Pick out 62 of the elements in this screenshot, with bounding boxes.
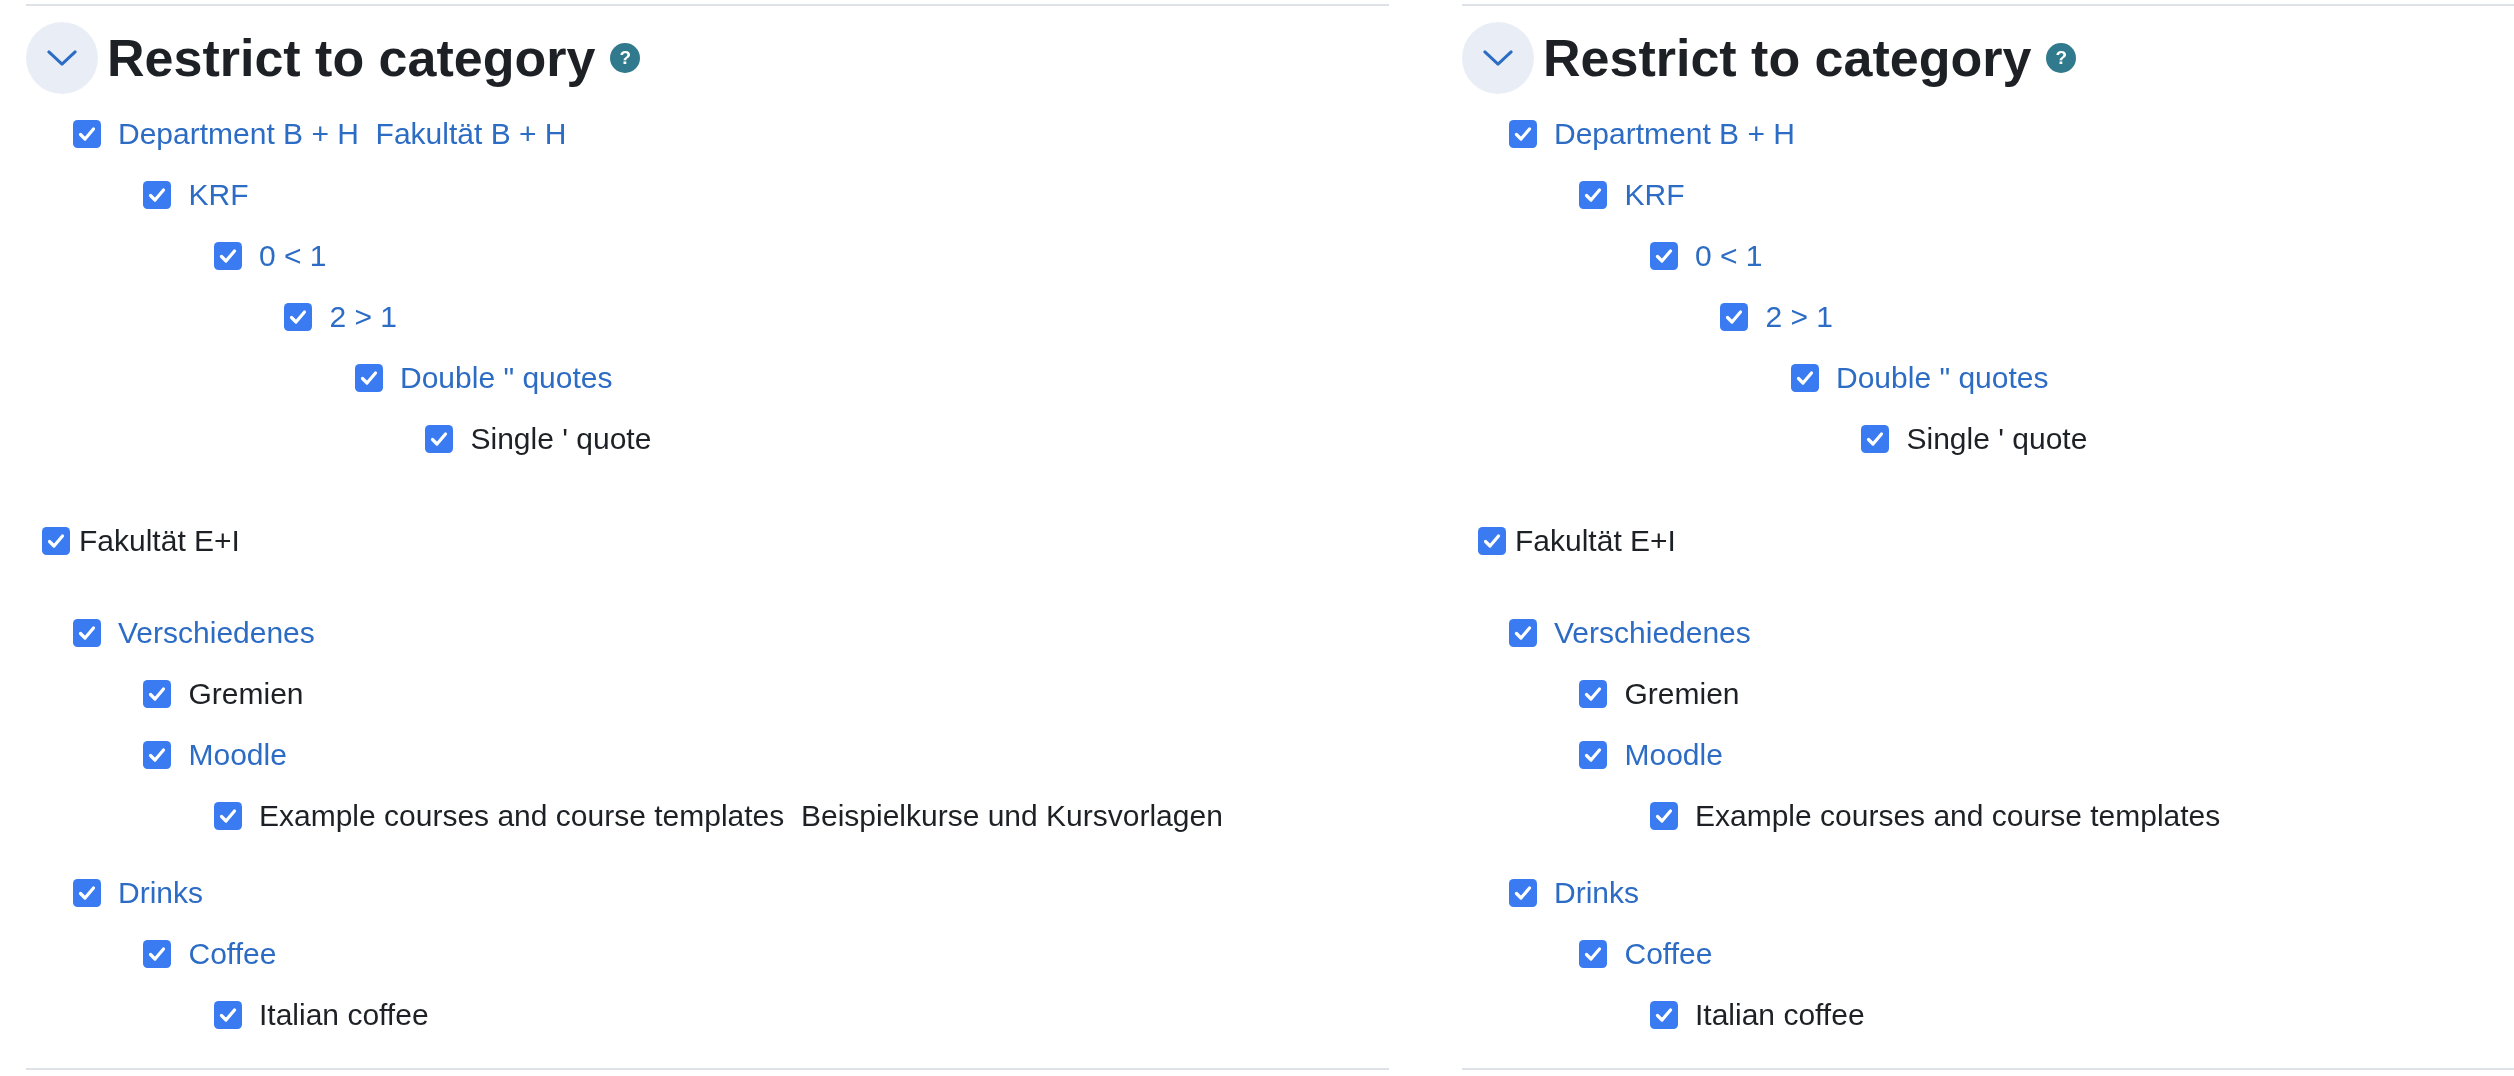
category-link[interactable]: 0 < 1: [259, 238, 327, 274]
category-link[interactable]: Drinks: [1554, 875, 1639, 911]
category-label: Gremien: [188, 676, 304, 712]
checkbox[interactable]: [1861, 425, 1889, 453]
checkbox[interactable]: [213, 802, 242, 830]
category-label: Single ' quote: [470, 421, 652, 457]
category-link[interactable]: Drinks: [118, 875, 203, 911]
section-title: Restrict to category: [107, 28, 596, 89]
category-label: Example courses and course templates: [1695, 798, 2221, 834]
category-link[interactable]: Department B + H: [1554, 116, 1795, 152]
checkbox[interactable]: [1649, 1001, 1678, 1029]
category-link[interactable]: Verschiedenes: [1554, 615, 1751, 651]
category-label: Example courses and course templates Beispielkurse und Kursvorlagen: [259, 798, 1223, 834]
category-link[interactable]: Department B + H Fakultät B + H: [118, 116, 567, 152]
checkbox[interactable]: [143, 680, 171, 708]
category-link[interactable]: Double " quotes: [400, 360, 613, 396]
checkbox[interactable]: [1508, 120, 1537, 148]
chevron-down-icon: [1483, 50, 1513, 66]
checkbox[interactable]: [1508, 619, 1537, 647]
section-title: Restrict to category: [1543, 28, 2032, 89]
category-link[interactable]: Double " quotes: [1836, 360, 2049, 396]
checkbox[interactable]: [72, 619, 101, 647]
checkbox[interactable]: [425, 425, 453, 453]
checkbox[interactable]: [1790, 364, 1819, 392]
category-link[interactable]: 2 > 1: [329, 299, 398, 335]
category-label: Italian coffee: [1695, 997, 1865, 1033]
checkbox[interactable]: [143, 181, 171, 209]
category-link[interactable]: 0 < 1: [1695, 238, 1763, 274]
category-link[interactable]: Moodle: [1624, 737, 1723, 773]
help-button[interactable]: ?: [2046, 43, 2077, 73]
category-link[interactable]: Coffee: [188, 936, 277, 972]
checkbox[interactable]: [1579, 680, 1607, 708]
checkbox[interactable]: [1579, 940, 1607, 968]
category-label: Single ' quote: [1906, 421, 2088, 457]
checkbox[interactable]: [143, 741, 171, 769]
category-link[interactable]: Moodle: [188, 737, 287, 773]
checkbox[interactable]: [1649, 802, 1678, 830]
checkbox[interactable]: [143, 940, 171, 968]
checkbox[interactable]: [1508, 879, 1537, 907]
checkbox[interactable]: [213, 242, 242, 270]
checkbox[interactable]: [72, 120, 101, 148]
category-link[interactable]: Coffee: [1624, 936, 1713, 972]
checkbox[interactable]: [1478, 527, 1506, 555]
checkbox[interactable]: [72, 879, 101, 907]
checkbox[interactable]: [1579, 181, 1607, 209]
checkbox[interactable]: [1579, 741, 1607, 769]
category-label: Fakultät E+I: [79, 523, 240, 559]
checkbox[interactable]: [284, 303, 312, 331]
checkbox[interactable]: [354, 364, 383, 392]
checkbox[interactable]: [213, 1001, 242, 1029]
category-label: Italian coffee: [259, 997, 429, 1033]
category-link[interactable]: 2 > 1: [1765, 299, 1834, 335]
category-link[interactable]: Verschiedenes: [118, 615, 315, 651]
checkbox[interactable]: [1649, 242, 1678, 270]
category-label: Fakultät E+I: [1515, 523, 1676, 559]
category-link[interactable]: KRF: [188, 177, 249, 213]
category-label: Gremien: [1624, 676, 1740, 712]
category-link[interactable]: KRF: [1624, 177, 1685, 213]
checkbox[interactable]: [1720, 303, 1748, 331]
chevron-down-icon: [47, 50, 77, 66]
checkbox[interactable]: [42, 527, 70, 555]
help-button[interactable]: ?: [610, 43, 641, 73]
